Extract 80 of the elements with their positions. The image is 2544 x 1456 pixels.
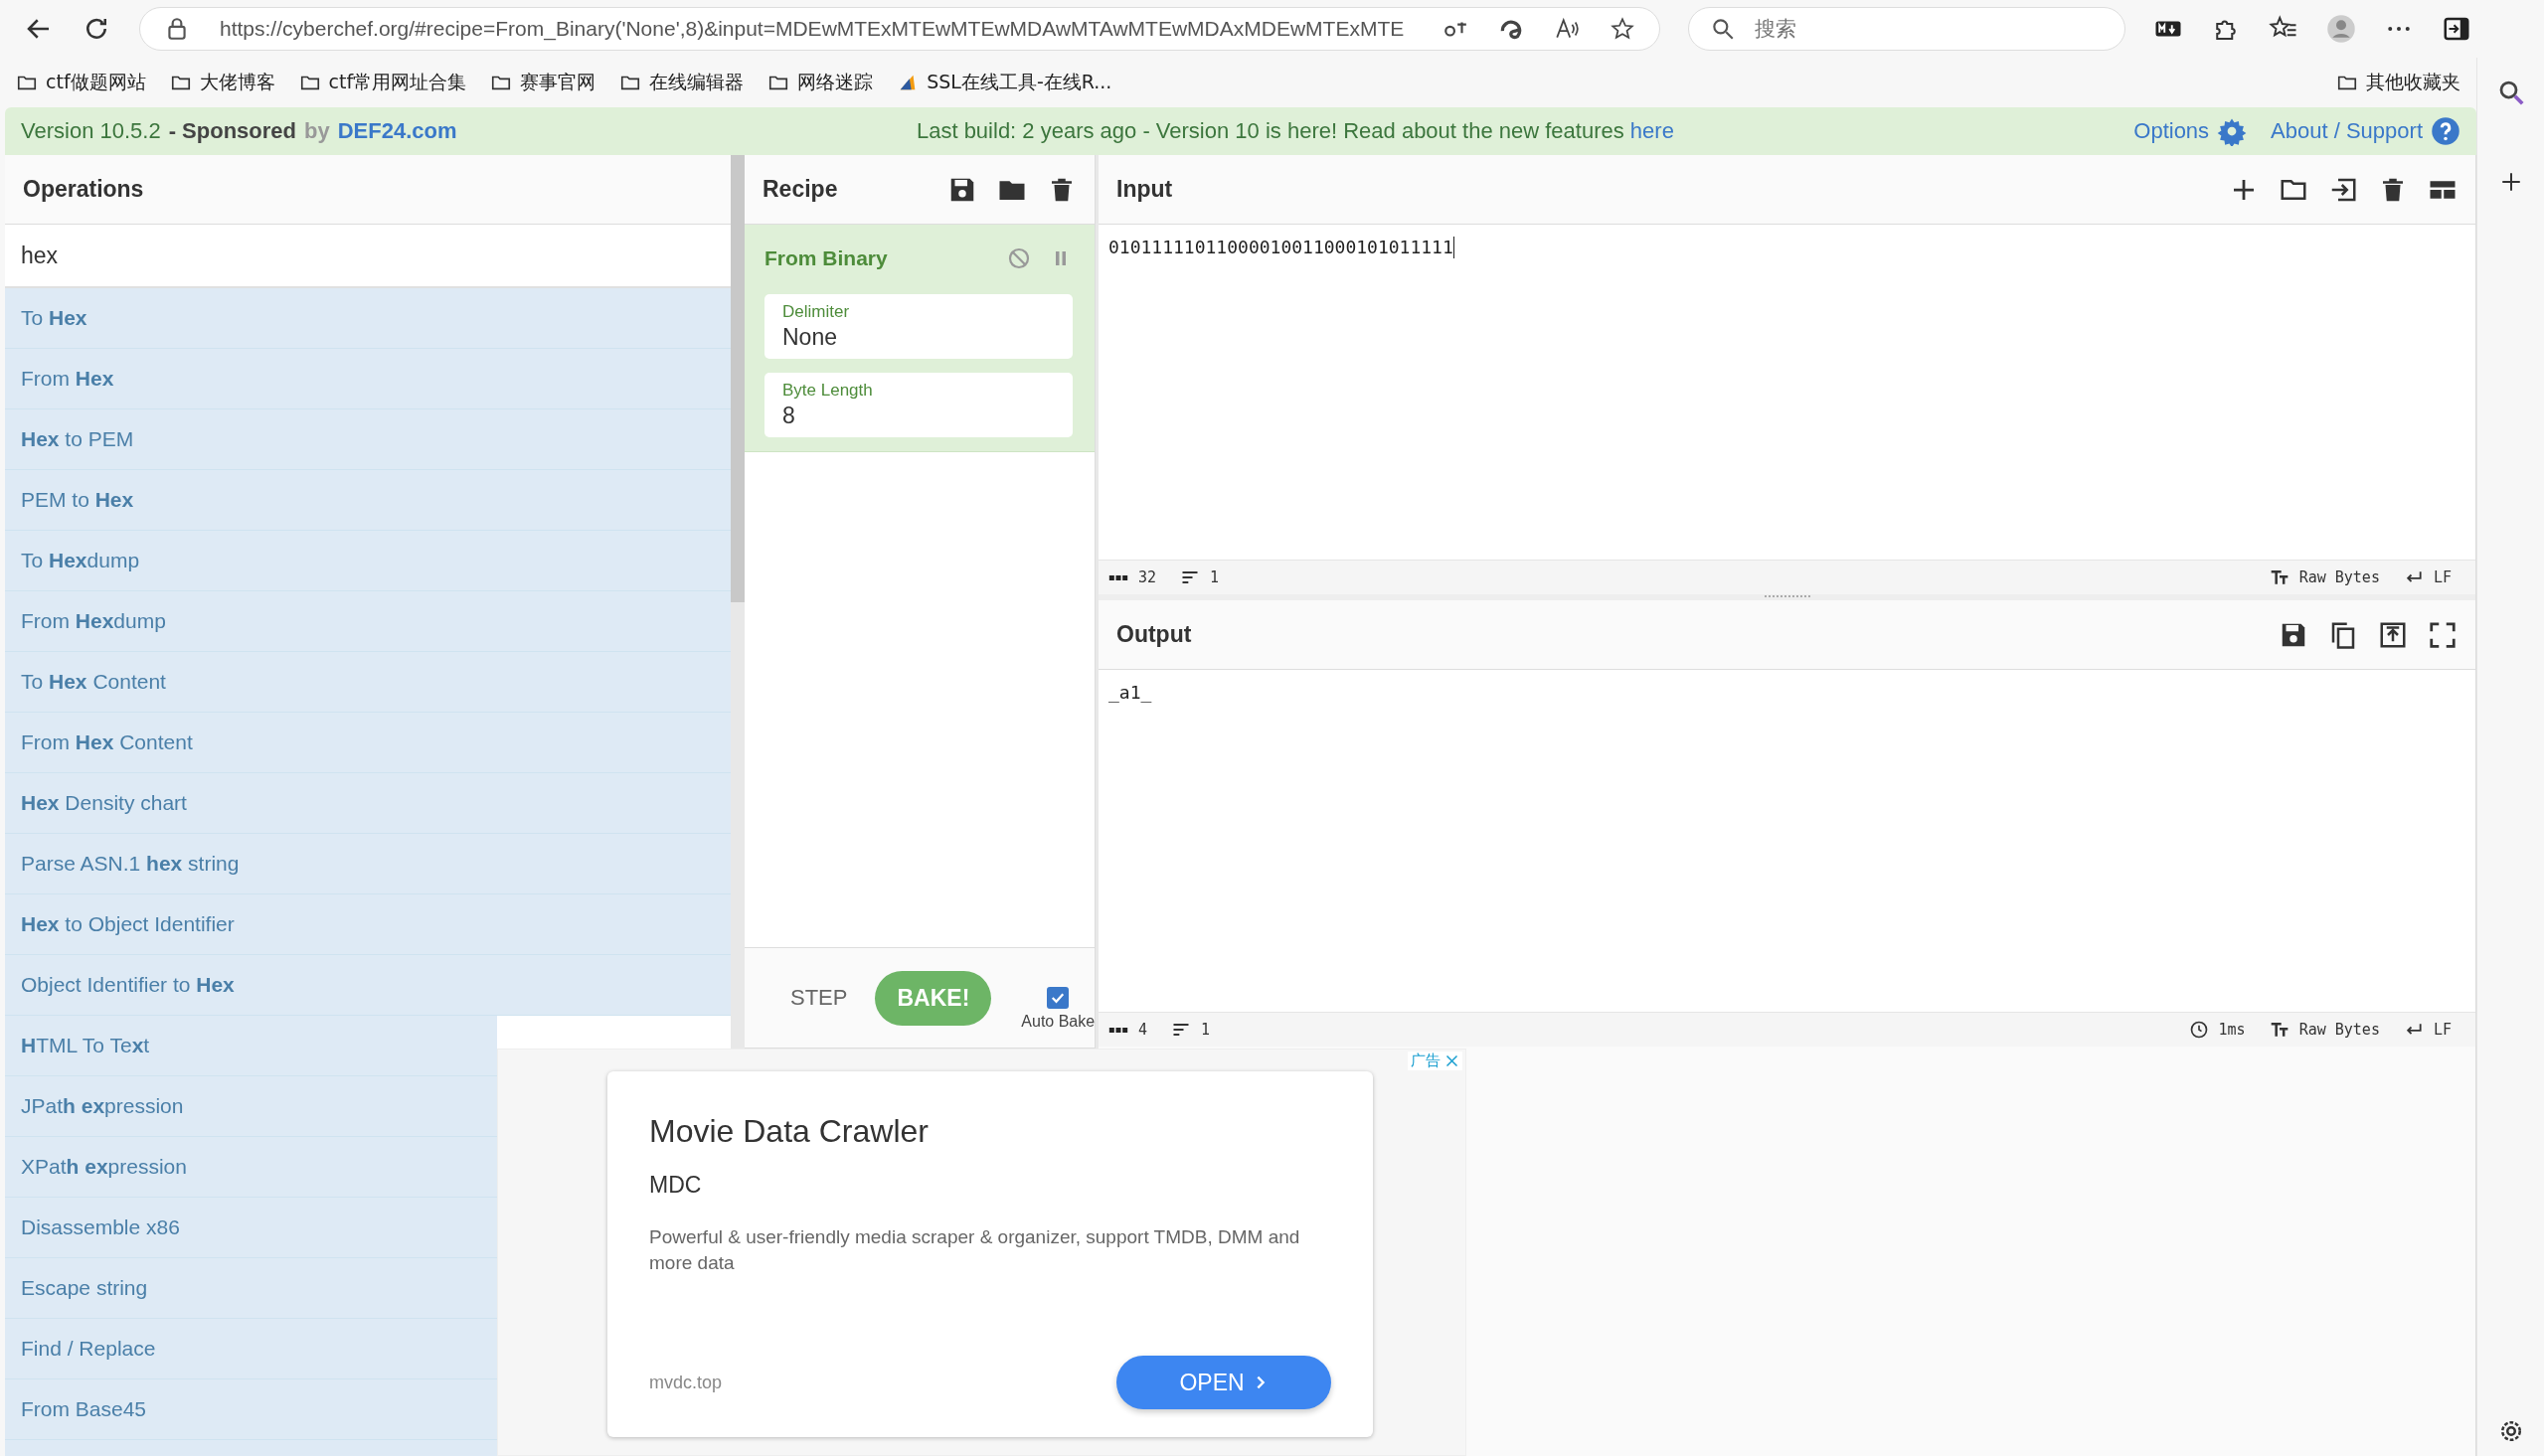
auto-bake-label: Auto Bake	[1021, 1013, 1096, 1031]
character-count: 32	[1138, 568, 1157, 586]
bookmark-item[interactable]: 在线编辑器	[619, 70, 745, 95]
operation-item[interactable]: XPath expression	[5, 1137, 497, 1198]
operation-item[interactable]: To Hex	[5, 288, 731, 349]
line-count: 1	[1210, 568, 1220, 586]
text-size-icon[interactable]	[2269, 567, 2290, 587]
ad-label: 广告	[1411, 1052, 1441, 1070]
bookmark-item[interactable]: 大佬博客	[169, 70, 275, 95]
panel-title: Output	[1116, 621, 1192, 648]
length-icon	[1108, 1025, 1128, 1035]
length-icon	[1108, 572, 1128, 582]
sponsor-link[interactable]: DEF24.com	[337, 118, 457, 144]
avatar-icon[interactable]	[2326, 14, 2356, 44]
operation-item[interactable]: From Hex	[5, 349, 731, 409]
eol-label[interactable]: LF	[2433, 568, 2452, 586]
operation-item[interactable]: From Hexdump	[5, 591, 731, 652]
maximise-icon[interactable]	[2428, 619, 2458, 650]
star-icon[interactable]	[1610, 16, 1635, 42]
output-text: _a1_	[1108, 682, 1152, 703]
bookmark-item[interactable]: 其他收藏夹	[2336, 70, 2460, 95]
panel-title: Operations	[23, 176, 144, 203]
argument-field[interactable]: Delimiter None	[764, 294, 1073, 359]
clock-icon	[2188, 1020, 2209, 1040]
by-text: by	[304, 118, 330, 144]
panel-title: Input	[1116, 176, 1173, 203]
encoding-label[interactable]: Raw Bytes	[2298, 568, 2380, 586]
bake-time: 1ms	[2218, 1021, 2246, 1039]
operation-item[interactable]: From Hex Content	[5, 713, 731, 773]
operation-item[interactable]: Find / Replace	[5, 1319, 497, 1379]
operation-item[interactable]: Object Identifier to Hex	[5, 955, 731, 1016]
operation-item[interactable]: Hex Density chart	[5, 773, 731, 834]
operation-item[interactable]: Hex to Object Identifier	[5, 894, 731, 955]
ad-card[interactable]: Movie Data Crawler MDC Powerful & user-friendly media scraper & organizer, support TMDB, DMM and more data mvdc.top OPEN	[607, 1071, 1373, 1437]
options-link[interactable]: Options	[2133, 118, 2210, 144]
auto-bake-checkbox[interactable]	[1047, 987, 1070, 1009]
sponsored-text: - Sponsored	[168, 118, 296, 144]
search-icon	[1710, 16, 1736, 42]
close-icon[interactable]	[1444, 1053, 1459, 1068]
step-button[interactable]: STEP	[784, 975, 854, 1021]
bookmark-item[interactable]: ctf常用网址合集	[298, 70, 467, 95]
line-count: 1	[1201, 1021, 1211, 1039]
url-text: https://cyberchef.org/#recipe=From_Binary('None',8)&input=MDEwMTExMTEwMTEwMDAwMTAwMTEwMDAxMDEwMTExMTE	[220, 17, 1406, 41]
operation-item[interactable]: HTML To Text	[5, 1016, 497, 1076]
operation-item[interactable]: To Hexdump	[5, 531, 731, 591]
build-message: Last build: 2 years ago - Version 10 is here! Read about the new features here	[915, 118, 1675, 144]
panel-title: Recipe	[763, 176, 838, 203]
operation-item[interactable]: Disassemble x86	[5, 1198, 497, 1258]
scrollbar-thumb[interactable]	[731, 155, 745, 602]
encoding-label[interactable]: Raw Bytes	[2298, 1021, 2380, 1039]
character-count: 4	[1138, 1021, 1148, 1039]
operation-item[interactable]: JPath expression	[5, 1076, 497, 1137]
ad-domain: mvdc.top	[649, 1372, 723, 1393]
operation-name: From Binary	[764, 246, 888, 270]
operation-item[interactable]: PEM to Hex	[5, 470, 731, 531]
ad-subtitle: MDC	[649, 1172, 702, 1199]
version-text: Version 10.5.2	[21, 118, 161, 144]
bake-button[interactable]: BAKE!	[875, 970, 992, 1026]
ad-description: Powerful & user-friendly media scraper & organizer, support TMDB, DMM and more data	[649, 1225, 1301, 1275]
open-button[interactable]: OPEN	[1116, 1356, 1331, 1409]
address-bar[interactable]: https://cyberchef.org/#recipe=From_Binary('None',8)&input=MDEwMTExMTEwMTEwMDAwMTAwMTEwMDAxMDEwMTExMTE	[139, 7, 1660, 51]
operation-item[interactable]: To Hex Content	[5, 652, 731, 713]
text-size-icon[interactable]	[2269, 1020, 2290, 1040]
operation-item[interactable]: Hex to PEM	[5, 409, 731, 470]
recipe-operation-card[interactable]: From Binary Delimiter None Byte Length 8	[745, 225, 1095, 452]
ad-title: Movie Data Crawler	[649, 1113, 929, 1150]
bookmark-item[interactable]: SSL在线工具-在线R...	[897, 70, 1112, 95]
features-link[interactable]: here	[1629, 118, 1674, 143]
operation-item[interactable]: Parse ASN.1 hex string	[5, 834, 731, 894]
about-link[interactable]: About / Support	[2271, 118, 2423, 144]
browser-search-field[interactable]: 搜索	[1688, 7, 2125, 51]
eol-label[interactable]: LF	[2433, 1021, 2452, 1039]
bookmark-item[interactable]: 赛事官网	[490, 70, 596, 95]
operation-item[interactable]: From Base45	[5, 1379, 497, 1440]
operation-item[interactable]: Escape string	[5, 1258, 497, 1319]
argument-field[interactable]: Byte Length 8	[764, 373, 1073, 437]
bookmark-item[interactable]: 网络迷踪	[767, 70, 874, 95]
bookmark-item[interactable]: ctf做题网站	[16, 70, 146, 95]
help-icon[interactable]	[2431, 116, 2460, 146]
input-text[interactable]: 01011111011000010011000101011111	[1108, 237, 1453, 257]
